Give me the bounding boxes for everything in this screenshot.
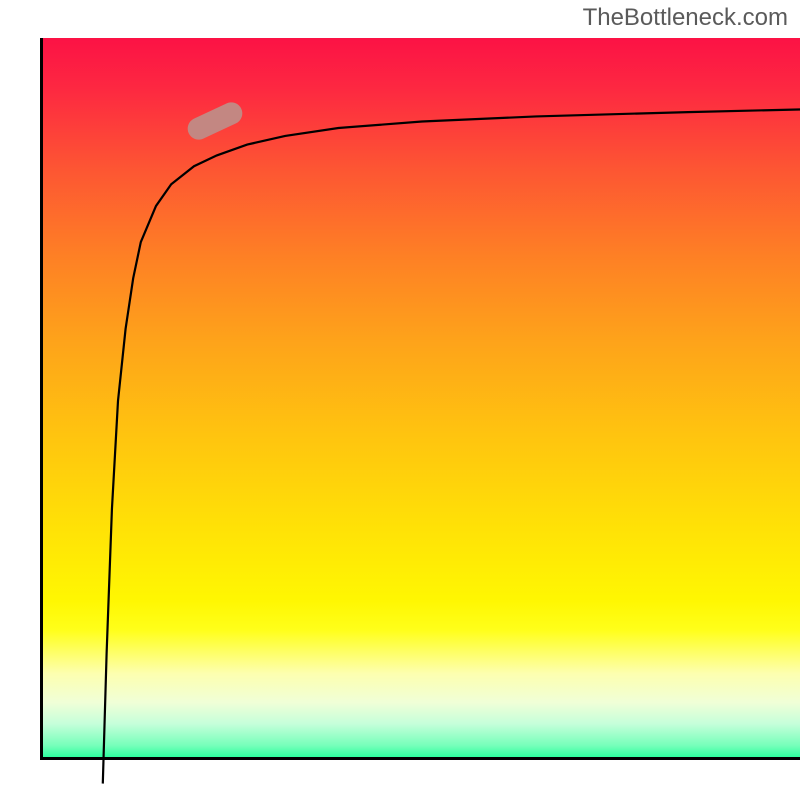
watermark-text: TheBottleneck.com <box>583 4 788 32</box>
bottleneck-curve <box>80 76 800 798</box>
y-axis <box>40 38 43 760</box>
plot-area <box>40 38 800 760</box>
x-axis <box>40 757 800 760</box>
